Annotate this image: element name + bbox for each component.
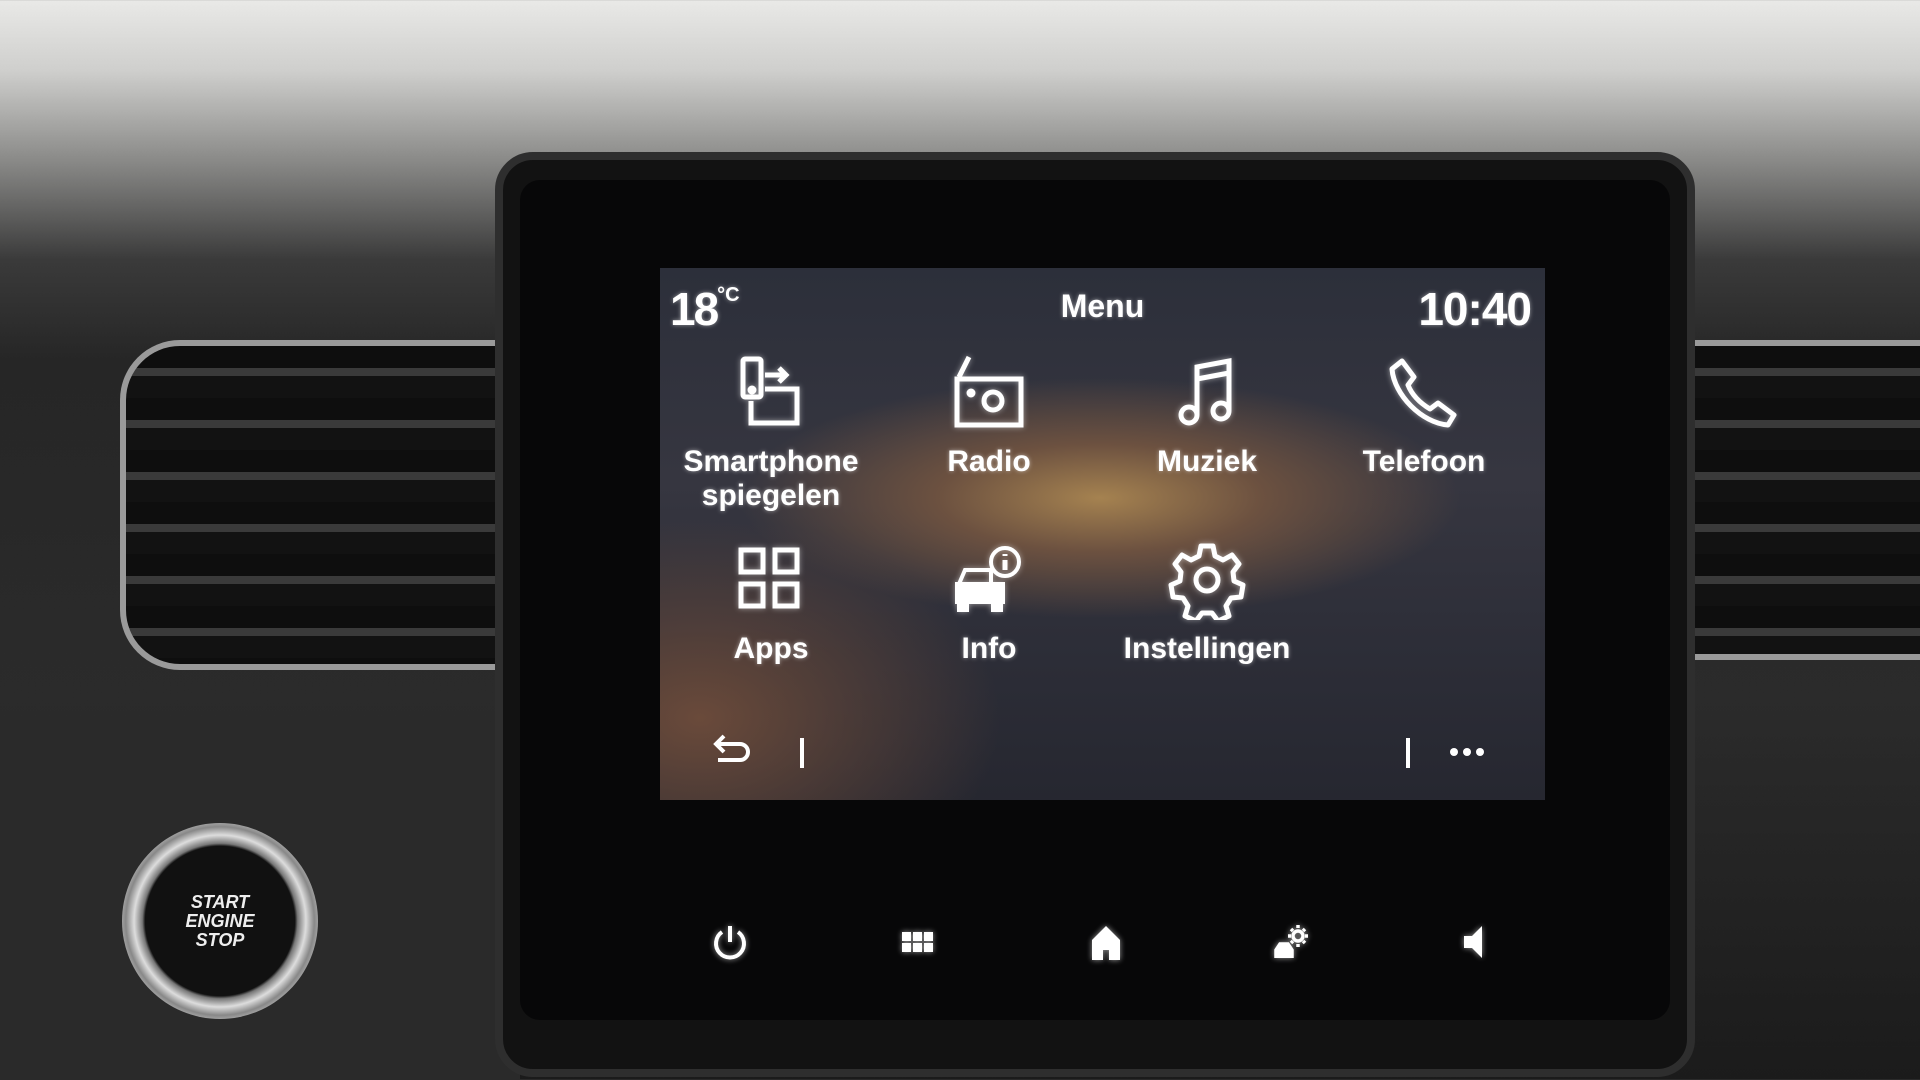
- car-settings-button[interactable]: [1262, 912, 1322, 972]
- more-dots-icon: [1450, 748, 1484, 756]
- home-icon: [1092, 926, 1120, 960]
- smartphone-mirror-icon: [740, 356, 800, 426]
- start-label: START: [190, 891, 250, 912]
- volume-button[interactable]: [1444, 912, 1504, 972]
- menu-item-info[interactable]: Info: [879, 540, 1099, 666]
- radio-icon: [954, 355, 1024, 428]
- car-info-icon: [955, 546, 1021, 612]
- power-icon: [714, 926, 746, 960]
- menu-item-radio[interactable]: Radio: [879, 353, 1099, 479]
- menu-item-settings[interactable]: Instellingen: [1097, 540, 1317, 666]
- grid-icon: [902, 932, 933, 952]
- divider: [1406, 738, 1410, 768]
- divider: [800, 738, 804, 768]
- apps-hardware-button[interactable]: [888, 912, 948, 972]
- menu-item-phone[interactable]: Telefoon: [1314, 353, 1534, 479]
- infotainment-screen: 18°C Menu 10:40 Smartphone spiegelen Rad…: [660, 268, 1545, 800]
- menu-item-music[interactable]: Muziek: [1097, 353, 1317, 479]
- more-button[interactable]: [1450, 742, 1494, 762]
- power-button[interactable]: [700, 912, 760, 972]
- apps-grid-icon: [738, 547, 800, 609]
- page-title: Menu: [1060, 288, 1145, 324]
- phone-icon: [1389, 358, 1457, 428]
- back-arrow-icon: [713, 734, 750, 762]
- volume-icon: [1464, 926, 1482, 958]
- air-vent-right: [1690, 340, 1920, 660]
- stop-label: STOP: [195, 929, 245, 950]
- music-note-icon: [1178, 357, 1232, 426]
- car-settings-icon: [1274, 925, 1308, 958]
- gear-icon: [1168, 543, 1246, 620]
- menu-item-smartphone-mirror[interactable]: Smartphone spiegelen: [661, 353, 881, 513]
- engine-label: ENGINE: [185, 910, 255, 931]
- home-button[interactable]: [1076, 912, 1136, 972]
- clock: 10:40: [1418, 283, 1532, 335]
- menu-item-apps[interactable]: Apps: [661, 540, 881, 666]
- back-button[interactable]: [712, 734, 752, 770]
- air-vent-left: [120, 340, 510, 670]
- start-engine-stop-button[interactable]: START ENGINE STOP: [122, 823, 318, 1019]
